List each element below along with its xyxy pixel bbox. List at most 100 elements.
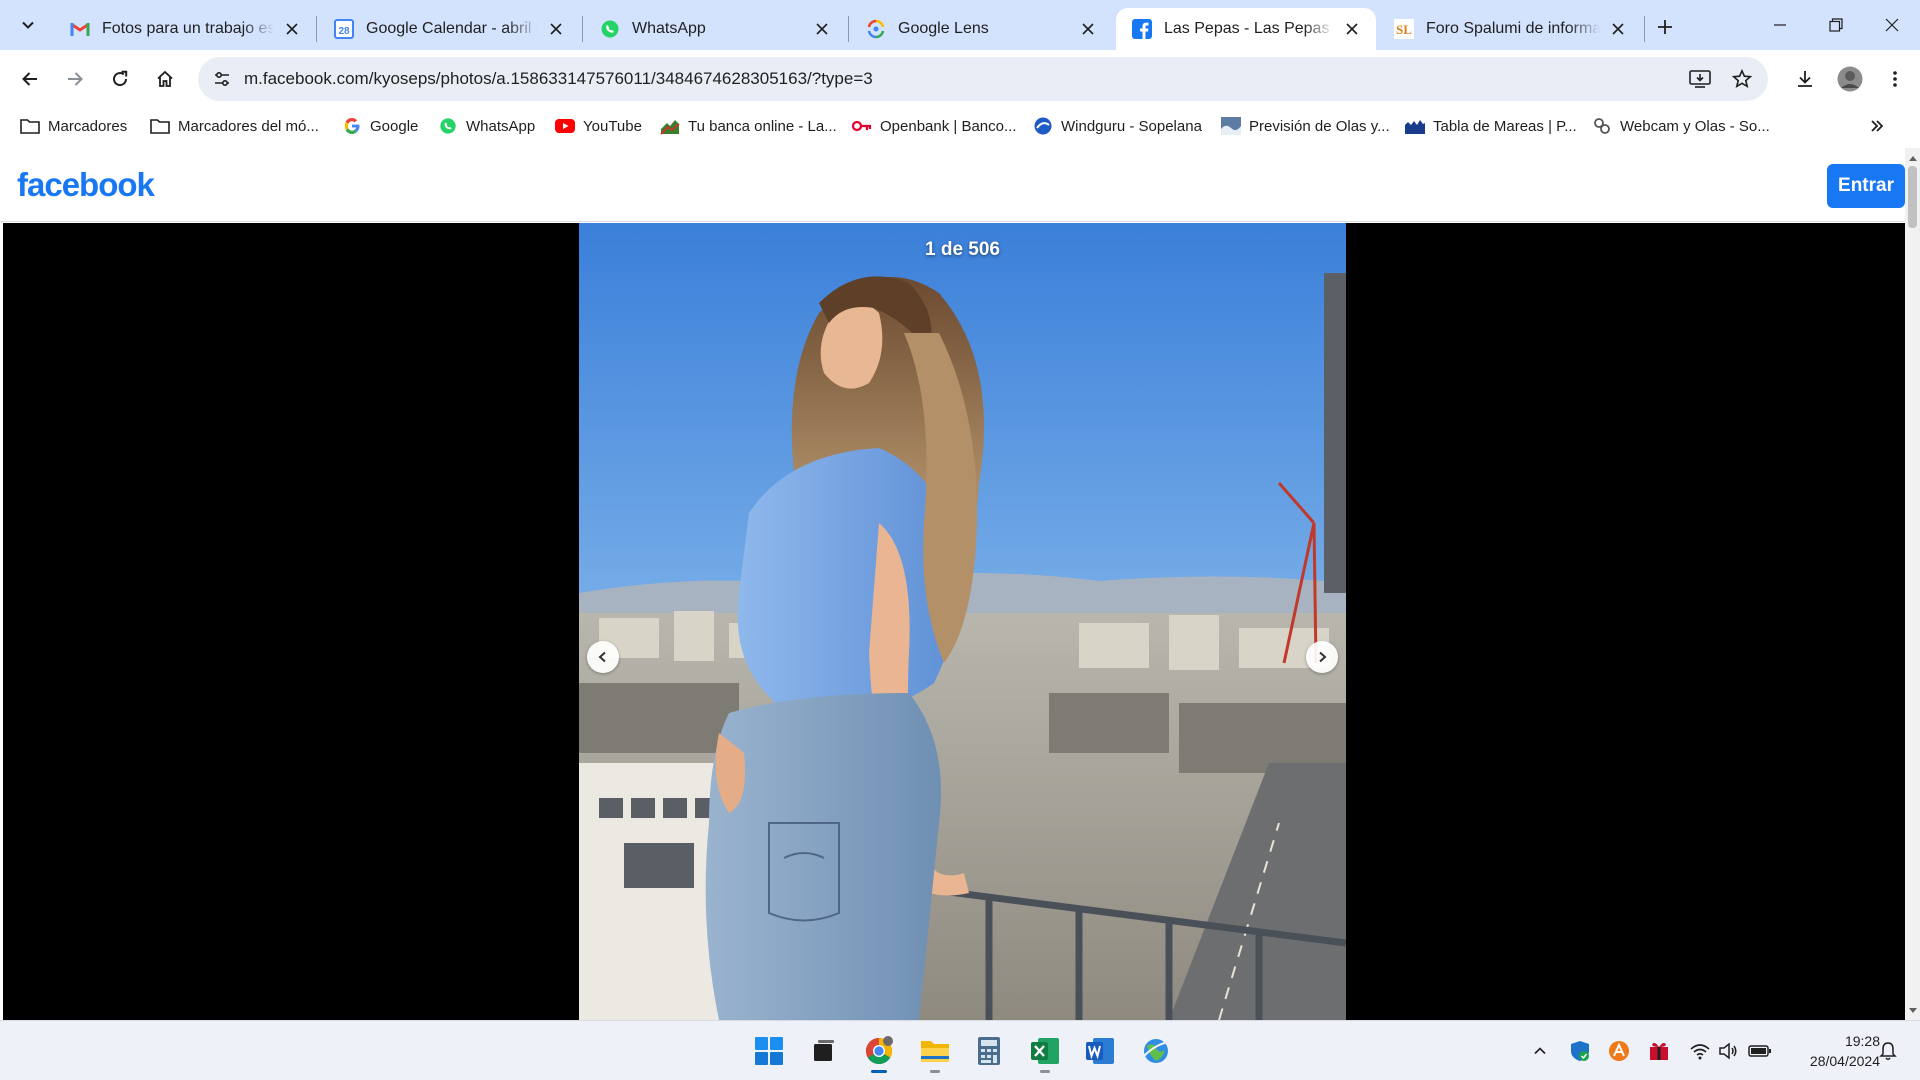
close-icon[interactable]: [1342, 19, 1362, 39]
bookmark-star-button[interactable]: [1726, 63, 1758, 95]
bookmark-label: Previsión de Olas y...: [1249, 117, 1390, 135]
close-icon[interactable]: [546, 19, 566, 39]
bookmark-webcam-olas[interactable]: Webcam y Olas - So...: [1592, 112, 1770, 140]
bell-icon: [1879, 1042, 1897, 1060]
avast-tray-icon[interactable]: [1607, 1039, 1631, 1063]
bookmarks-overflow-button[interactable]: [1862, 112, 1892, 140]
bookmark-google[interactable]: Google: [342, 112, 418, 140]
minimize-icon: [1774, 24, 1786, 26]
taskbar-chrome[interactable]: [859, 1031, 899, 1073]
excel-icon: [1031, 1038, 1059, 1064]
taskbar-excel[interactable]: [1025, 1031, 1065, 1073]
spalumi-icon: SL: [1394, 19, 1414, 39]
system-clock[interactable]: 19:28 28/04/2024: [1784, 1031, 1880, 1071]
tab-search-button[interactable]: [12, 10, 44, 40]
taskbar-file-explorer[interactable]: [915, 1031, 955, 1073]
battery-icon: [1748, 1045, 1771, 1057]
folder-icon: [20, 116, 40, 136]
bookmark-banca-online[interactable]: Tu banca online - La...: [660, 112, 837, 140]
profile-button[interactable]: [1831, 60, 1869, 98]
bank-icon: [660, 116, 680, 136]
photo-viewer: 1 de 506: [3, 223, 1905, 1020]
close-icon[interactable]: [1078, 19, 1098, 39]
running-indicator: [871, 1070, 887, 1073]
volume-tray-icon[interactable]: [1716, 1039, 1740, 1063]
tab-strip: Fotos para un trabajo escolar 28 Google …: [0, 0, 1920, 50]
forward-button[interactable]: [56, 60, 94, 98]
close-window-button[interactable]: [1864, 0, 1920, 50]
reload-button[interactable]: [101, 60, 139, 98]
start-button[interactable]: [749, 1031, 789, 1071]
scrollbar-thumb[interactable]: [1908, 166, 1917, 228]
bookmark-windguru[interactable]: Windguru - Sopelana: [1033, 112, 1202, 140]
minimize-button[interactable]: [1752, 0, 1808, 50]
chevron-down-icon: [22, 21, 34, 29]
taskbar-app[interactable]: [1136, 1031, 1176, 1071]
svg-text:SL: SL: [1396, 22, 1412, 37]
security-tray-icon[interactable]: [1568, 1039, 1592, 1063]
bookmark-openbank[interactable]: Openbank | Banco...: [852, 112, 1017, 140]
scroll-up-arrow[interactable]: [1905, 150, 1920, 165]
close-icon[interactable]: [282, 19, 302, 39]
tab-google-lens[interactable]: Google Lens: [850, 8, 1112, 50]
show-hidden-icons-button[interactable]: [1528, 1039, 1552, 1063]
tab-title: Google Calendar - abril de 2024: [366, 20, 538, 37]
browser-toolbar: m.facebook.com/kyoseps/photos/a.15863314…: [0, 50, 1920, 108]
close-icon[interactable]: [812, 19, 832, 39]
next-photo-button[interactable]: [1306, 641, 1338, 673]
bookmark-youtube[interactable]: YouTube: [555, 112, 642, 140]
page-scrollbar[interactable]: [1905, 148, 1920, 1020]
speaker-icon: [1719, 1042, 1737, 1060]
menu-button[interactable]: [1876, 60, 1914, 98]
battery-tray-icon[interactable]: [1748, 1039, 1772, 1063]
restore-icon: [1829, 18, 1843, 32]
scroll-down-arrow[interactable]: [1905, 1003, 1920, 1018]
restore-button[interactable]: [1808, 0, 1864, 50]
tab-spalumi[interactable]: SL Foro Spalumi de información: [1378, 8, 1642, 50]
double-chevron-right-icon: [1871, 120, 1884, 132]
tab-calendar[interactable]: 28 Google Calendar - abril de 2024: [318, 8, 580, 50]
bookmark-marcadores[interactable]: Marcadores: [20, 112, 127, 140]
back-button[interactable]: [11, 60, 49, 98]
downloads-button[interactable]: [1786, 60, 1824, 98]
bookmark-tabla-mareas[interactable]: Tabla de Mareas | P...: [1405, 112, 1577, 140]
wifi-tray-icon[interactable]: [1688, 1039, 1712, 1063]
taskbar-word[interactable]: [1080, 1031, 1120, 1071]
webcam-icon: [1592, 116, 1612, 136]
address-bar[interactable]: m.facebook.com/kyoseps/photos/a.15863314…: [198, 57, 1768, 101]
bookmark-whatsapp[interactable]: WhatsApp: [438, 112, 535, 140]
word-icon: [1086, 1038, 1114, 1064]
app-tray-icon[interactable]: [1647, 1039, 1671, 1063]
new-tab-button[interactable]: [1650, 12, 1680, 42]
windows-taskbar: 19:28 28/04/2024: [0, 1020, 1920, 1080]
bookmark-prevision-olas[interactable]: Previsión de Olas y...: [1221, 112, 1390, 140]
arrow-right-icon: [68, 72, 83, 86]
install-app-button[interactable]: [1684, 63, 1716, 95]
previous-photo-button[interactable]: [587, 641, 619, 673]
tab-title: Fotos para un trabajo escolar: [102, 20, 274, 37]
running-indicator: [930, 1070, 940, 1073]
tab-gmail[interactable]: Fotos para un trabajo escolar: [54, 8, 316, 50]
tab-title: Google Lens: [898, 20, 989, 37]
tab-separator: [316, 16, 317, 42]
login-button[interactable]: Entrar: [1827, 164, 1905, 208]
bookmark-marcadores-movil[interactable]: Marcadores del mó...: [150, 112, 319, 140]
facebook-logo[interactable]: facebook: [17, 166, 155, 204]
openbank-icon: [852, 116, 872, 136]
task-view-button[interactable]: [803, 1031, 843, 1071]
bookmark-label: Tu banca online - La...: [688, 117, 837, 135]
home-button[interactable]: [146, 60, 184, 98]
star-icon: [1732, 69, 1752, 89]
reload-icon: [113, 70, 128, 87]
taskbar-calculator[interactable]: [969, 1031, 1009, 1071]
site-info-button[interactable]: [206, 63, 238, 95]
bookmark-label: WhatsApp: [466, 117, 536, 135]
close-icon[interactable]: [1608, 19, 1628, 39]
windows-icon: [755, 1037, 783, 1065]
chrome-icon: [865, 1036, 893, 1065]
tab-separator: [1644, 16, 1645, 42]
tab-whatsapp[interactable]: WhatsApp: [584, 8, 846, 50]
url-text[interactable]: m.facebook.com/kyoseps/photos/a.15863314…: [244, 69, 873, 89]
notifications-button[interactable]: [1876, 1039, 1900, 1063]
tab-facebook[interactable]: Las Pepas - Las Pepas ha añadido: [1116, 8, 1376, 50]
